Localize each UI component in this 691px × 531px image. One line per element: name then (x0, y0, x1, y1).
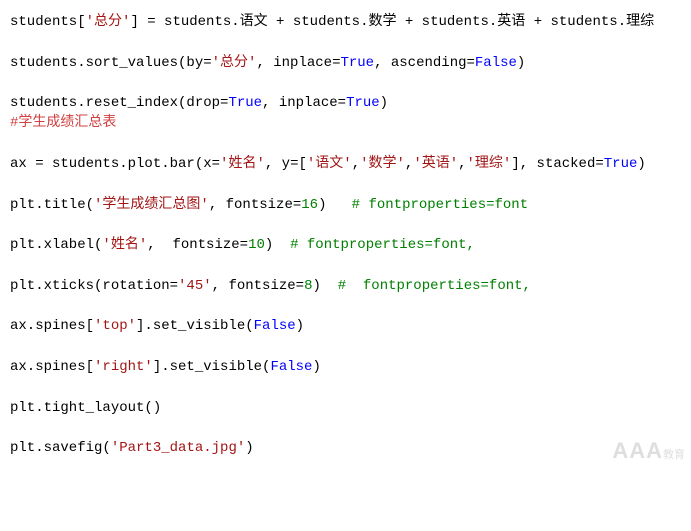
code-line-12: plt.savefig('Part3_data.jpg') (10, 440, 254, 456)
tok: ) (296, 318, 304, 334)
tok: ], stacked= (511, 156, 603, 172)
tok-num: 16 (301, 197, 318, 213)
code-line-3: students.reset_index(drop=True, inplace=… (10, 95, 388, 111)
code-line-8: plt.xticks(rotation='45', fontsize=8) # … (10, 278, 531, 294)
tok-kw: True (228, 95, 262, 111)
tok-comment: #学生成绩汇总表 (10, 115, 116, 131)
tok: ax = students.plot.bar(x= (10, 156, 220, 172)
tok: ) (380, 95, 388, 111)
tok-str: '姓名' (220, 156, 265, 172)
tok: ) (312, 359, 320, 375)
tok-kw: False (270, 359, 312, 375)
tok: , fontsize= (147, 237, 248, 253)
tok: ax.spines[ (10, 318, 94, 334)
tok: ax.spines[ (10, 359, 94, 375)
code-line-11: plt.tight_layout() (10, 400, 161, 416)
tok-str: 'right' (94, 359, 153, 375)
tok-str: '理综' (467, 156, 512, 172)
tok-str: '数学' (360, 156, 405, 172)
tok-str: '总分' (212, 55, 257, 71)
tok: , (458, 156, 466, 172)
tok-str: '总分' (86, 14, 131, 30)
tok-comment: # fontproperties=font, (290, 237, 475, 253)
tok: , ascending= (374, 55, 475, 71)
tok: , (352, 156, 360, 172)
code-block: students['总分'] = students.语文 + students.… (10, 12, 681, 459)
tok: , fontsize= (209, 197, 301, 213)
tok: ) (517, 55, 525, 71)
tok: plt.tight_layout() (10, 400, 161, 416)
tok: ) (637, 156, 645, 172)
tok: ].set_visible( (153, 359, 271, 375)
code-line-9: ax.spines['top'].set_visible(False) (10, 318, 304, 334)
tok-str: 'top' (94, 318, 136, 334)
tok-str: '英语' (413, 156, 458, 172)
tok-comment: # fontproperties=font (352, 197, 528, 213)
tok-str: '语文' (307, 156, 352, 172)
tok-kw: True (346, 95, 380, 111)
code-line-5: ax = students.plot.bar(x='姓名', y=['语文','… (10, 156, 646, 172)
code-line-7: plt.xlabel('姓名', fontsize=10) # fontprop… (10, 237, 475, 253)
tok-kw: True (604, 156, 638, 172)
tok-str: 'Part3_data.jpg' (111, 440, 245, 456)
tok: students.reset_index(drop= (10, 95, 228, 111)
code-line-6: plt.title('学生成绩汇总图', fontsize=16) # font… (10, 197, 528, 213)
tok: students.sort_values(by= (10, 55, 212, 71)
watermark-main: AAA (612, 438, 663, 463)
code-line-1: students['总分'] = students.语文 + students.… (10, 14, 654, 30)
tok: ) (312, 278, 337, 294)
tok: , fontsize= (212, 278, 304, 294)
code-line-10: ax.spines['right'].set_visible(False) (10, 359, 321, 375)
tok: , inplace= (256, 55, 340, 71)
tok-kw: False (254, 318, 296, 334)
tok: ) (318, 197, 352, 213)
tok: ].set_visible( (136, 318, 254, 334)
tok-str: '姓名' (102, 237, 147, 253)
tok-str: '45' (178, 278, 212, 294)
tok: plt.savefig( (10, 440, 111, 456)
tok: plt.title( (10, 197, 94, 213)
tok: ) (265, 237, 290, 253)
tok: ) (245, 440, 253, 456)
tok: , inplace= (262, 95, 346, 111)
code-line-4: #学生成绩汇总表 (10, 115, 116, 131)
tok-kw: True (340, 55, 374, 71)
tok-num: 10 (248, 237, 265, 253)
tok: , y=[ (265, 156, 307, 172)
tok-comment: # fontproperties=font, (338, 278, 531, 294)
tok-str: '学生成绩汇总图' (94, 197, 209, 213)
tok: plt.xticks(rotation= (10, 278, 178, 294)
code-line-2: students.sort_values(by='总分', inplace=Tr… (10, 55, 525, 71)
tok-kw: False (475, 55, 517, 71)
tok: students[ (10, 14, 86, 30)
tok: ] = students.语文 + students.数学 + students… (130, 14, 654, 30)
watermark-sub: 教育 (663, 449, 685, 461)
watermark-logo: AAA教育 (612, 435, 685, 467)
tok: plt.xlabel( (10, 237, 102, 253)
